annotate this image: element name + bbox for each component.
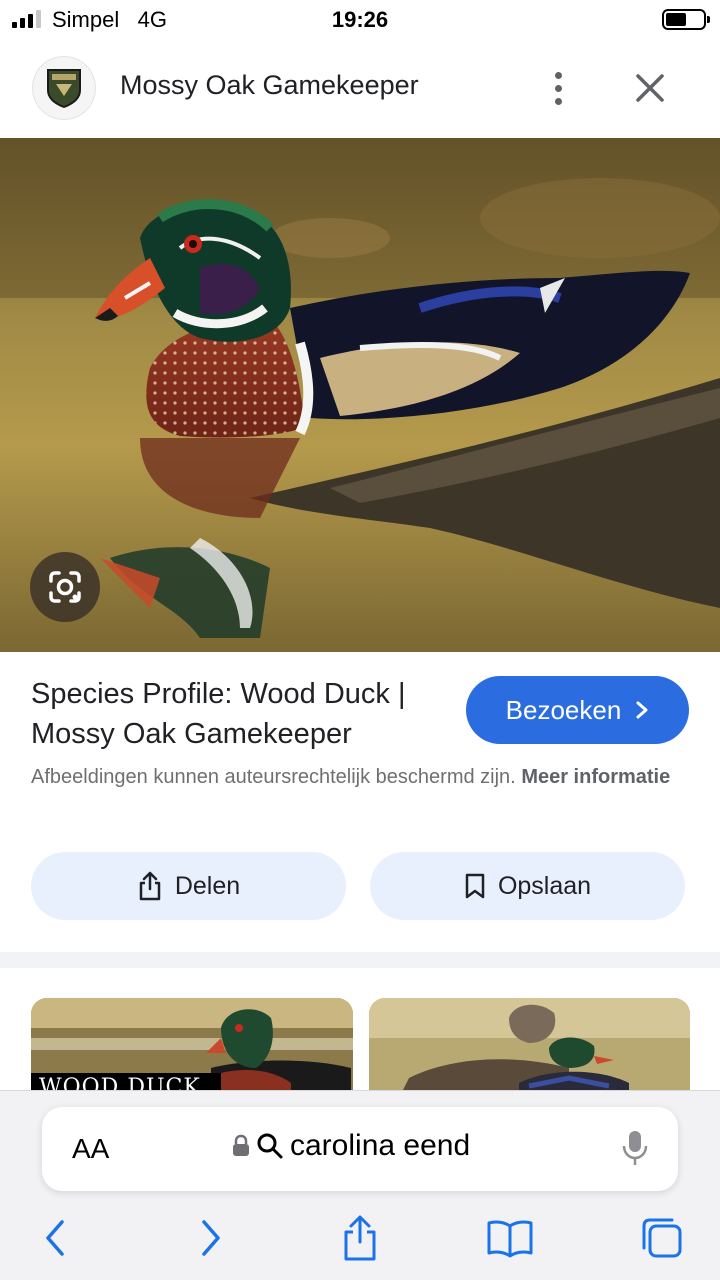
save-label: Opslaan [497,871,592,900]
share-label: Delen [174,871,241,900]
share-button[interactable]: Delen [31,852,346,920]
browser-bottom-bar: AA carolina eend [0,1090,720,1280]
tabs-icon[interactable] [636,1213,686,1263]
close-icon[interactable] [630,68,670,108]
url-query-text: carolina eend [290,1129,471,1162]
shield-logo-icon [47,69,81,108]
bookmark-icon [465,873,485,899]
wood-duck-image[interactable] [0,138,720,652]
visit-button-label: Bezoeken [505,694,622,725]
lock-icon [233,1134,249,1156]
status-bar: Simpel 4G 19:26 [0,0,720,40]
search-icon [257,1133,283,1159]
microphone-icon[interactable] [622,1129,648,1172]
google-lens-icon[interactable] [30,552,100,622]
site-logo[interactable] [32,56,96,120]
copyright-notice: Afbeeldingen kunnen auteursrechtelijk be… [31,766,671,788]
page-settings-button[interactable]: AA [72,1133,109,1165]
visit-button[interactable]: Bezoeken [466,676,689,744]
section-divider [0,952,720,968]
url-display[interactable]: carolina eend [232,1129,470,1163]
save-button[interactable]: Opslaan [370,852,685,920]
share-sheet-icon[interactable] [335,1213,385,1263]
chevron-right-icon [636,701,648,719]
more-info-link[interactable]: Meer informatie [521,766,670,788]
browser-toolbar [0,1213,720,1263]
bookmarks-icon[interactable] [485,1213,535,1263]
battery-icon [662,9,710,30]
more-options-icon[interactable] [540,70,576,106]
forward-icon[interactable] [186,1213,236,1263]
result-header: Mossy Oak Gamekeeper [0,50,720,130]
back-icon[interactable] [30,1213,80,1263]
related-image-thumbnail[interactable] [369,998,690,1098]
address-bar[interactable]: AA carolina eend [42,1107,678,1191]
share-icon [139,871,161,901]
related-image-thumbnail[interactable]: WOOD DUCK [31,998,353,1098]
result-title[interactable]: Species Profile: Wood Duck | Mossy Oak G… [31,674,451,754]
status-time: 19:26 [331,7,389,32]
site-name[interactable]: Mossy Oak Gamekeeper [120,70,419,101]
